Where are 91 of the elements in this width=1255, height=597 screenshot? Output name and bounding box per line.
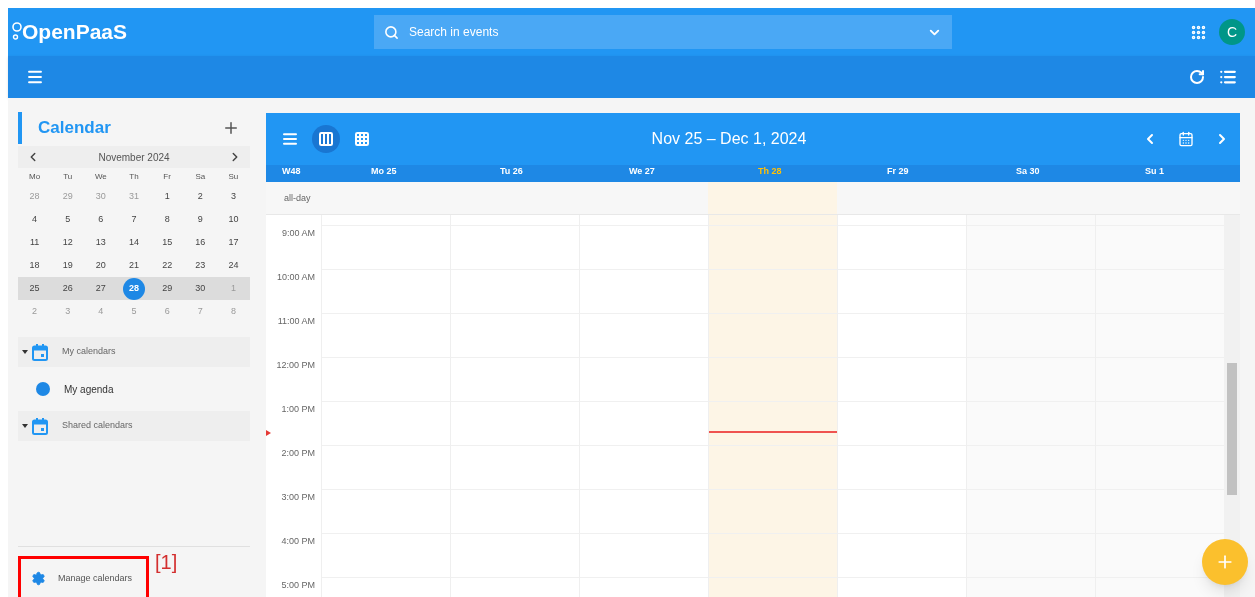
date-range-title: Nov 25 – Dec 1, 2024 [650, 129, 808, 149]
week-row[interactable]: 4 5 6 7 8 9 10 [18, 208, 250, 231]
calendar-day[interactable]: 25 [29, 281, 40, 296]
search-bar[interactable]: Search in events [374, 15, 952, 49]
weekday-label: We [93, 170, 108, 183]
calendar-day[interactable]: 23 [195, 258, 206, 273]
day-header: Fr 29 [886, 165, 910, 178]
time-label: 9:00 AM [280, 227, 316, 240]
current-time-marker-icon [266, 429, 271, 436]
month-view-icon [354, 131, 370, 147]
calendar-day[interactable]: 24 [228, 258, 239, 273]
calendar-day[interactable]: 3 [230, 189, 236, 204]
calendar-day[interactable]: 10 [228, 212, 239, 227]
day-header: Mo 25 [370, 165, 398, 178]
time-label: 11:00 AM [276, 315, 316, 328]
calendar-day[interactable]: 6 [98, 212, 104, 227]
list-view-icon [282, 131, 298, 147]
time-label: 4:00 PM [280, 535, 316, 548]
calendar-day[interactable]: 27 [95, 281, 106, 296]
calendar-day[interactable]: 16 [195, 235, 206, 250]
week-row[interactable]: 28 29 30 31 1 2 3 [18, 185, 250, 208]
time-label: 1:00 PM [280, 403, 316, 416]
calendar-day[interactable]: 14 [129, 235, 139, 250]
all-day-label: all-day [283, 192, 312, 205]
calendar-day[interactable]: 21 [129, 258, 139, 273]
calendar-day[interactable]: 15 [162, 235, 173, 250]
view-button[interactable] [312, 125, 340, 153]
calendar-day[interactable]: 29 [162, 281, 173, 296]
weekday-label: Mo [28, 170, 42, 183]
expand-caret-icon[interactable] [22, 423, 28, 429]
apps-grid-icon[interactable] [1190, 23, 1207, 41]
week-row[interactable]: 18 19 20 21 22 23 24 [18, 254, 250, 277]
app-logo: OpenPaaS [22, 19, 128, 46]
calendar-name[interactable]: My agenda [64, 381, 114, 397]
day-header: Th 28 [757, 165, 783, 178]
calendar-day[interactable]: 22 [162, 258, 173, 273]
calendar-day[interactable]: 7 [131, 212, 137, 227]
calendar-group-header[interactable]: My calendars [18, 337, 250, 367]
logo-icon [12, 21, 22, 43]
time-label: 3:00 PM [280, 491, 316, 504]
calendar-day[interactable]: 20 [95, 258, 106, 273]
calendar-day[interactable]: 9 [197, 212, 203, 227]
weekday-label: Su [227, 170, 240, 183]
weekday-label: Th [128, 170, 140, 183]
calendar-icon [32, 417, 48, 435]
calendar-icon [32, 343, 48, 361]
day-header: Su 1 [1144, 165, 1165, 178]
calendar-day[interactable]: 11 [29, 235, 40, 250]
search-input[interactable]: Search in events [409, 23, 917, 41]
time-label: 5:00 PM [280, 579, 316, 592]
day-header: We 27 [628, 165, 656, 178]
add-icon[interactable] [222, 119, 240, 137]
annotation-label: [1] [155, 550, 178, 575]
weekday-label: Sa [194, 170, 207, 183]
day-header: Tu 26 [499, 165, 524, 178]
settings-icon[interactable] [31, 571, 46, 586]
list-view-icon[interactable] [1219, 68, 1237, 86]
week-view-icon [318, 131, 334, 147]
calendar-day[interactable]: 28 [123, 277, 145, 300]
refresh-icon[interactable] [1189, 69, 1205, 85]
menu-icon[interactable] [26, 68, 44, 86]
month-label: November 2024 [97, 150, 171, 165]
user-avatar[interactable]: C [1219, 19, 1245, 45]
day-header: Sa 30 [1015, 165, 1041, 178]
calendar-day[interactable]: 12 [62, 235, 73, 250]
time-label: 10:00 AM [275, 271, 316, 284]
calendar-day[interactable]: 13 [95, 235, 106, 250]
calendar-day[interactable]: 5 [65, 212, 71, 227]
manage-calendars-link[interactable]: Manage calendars [58, 571, 133, 586]
calendar-day[interactable]: 18 [29, 258, 40, 273]
week-number: W48 [281, 165, 302, 178]
today-calendar-icon[interactable] [1178, 131, 1194, 147]
search-icon [384, 24, 399, 40]
calendar-day[interactable]: 19 [62, 258, 73, 273]
calendar-day[interactable]: 4 [32, 212, 38, 227]
calendar-day[interactable]: 1 [164, 189, 170, 204]
calendar-day[interactable]: 30 [195, 281, 206, 296]
calendar-day[interactable]: 2 [197, 189, 203, 204]
calendar-day[interactable]: 17 [228, 235, 239, 250]
week-row[interactable]: 11 12 13 14 15 16 17 [18, 231, 250, 254]
calendar-group-header[interactable]: Shared calendars [18, 411, 250, 441]
time-label: 12:00 PM [275, 359, 316, 372]
time-label: 2:00 PM [280, 447, 316, 460]
weekday-label: Fr [162, 170, 172, 183]
sidebar-title: Calendar [38, 117, 112, 140]
calendar-day[interactable]: 8 [164, 212, 170, 227]
calendar-day[interactable]: 26 [62, 281, 73, 296]
weekday-label: Tu [62, 170, 74, 183]
week-row[interactable]: 25 26 27 28 29 30 1 [18, 277, 250, 300]
expand-caret-icon[interactable] [22, 349, 28, 355]
today-all-day-cell[interactable] [708, 182, 837, 214]
